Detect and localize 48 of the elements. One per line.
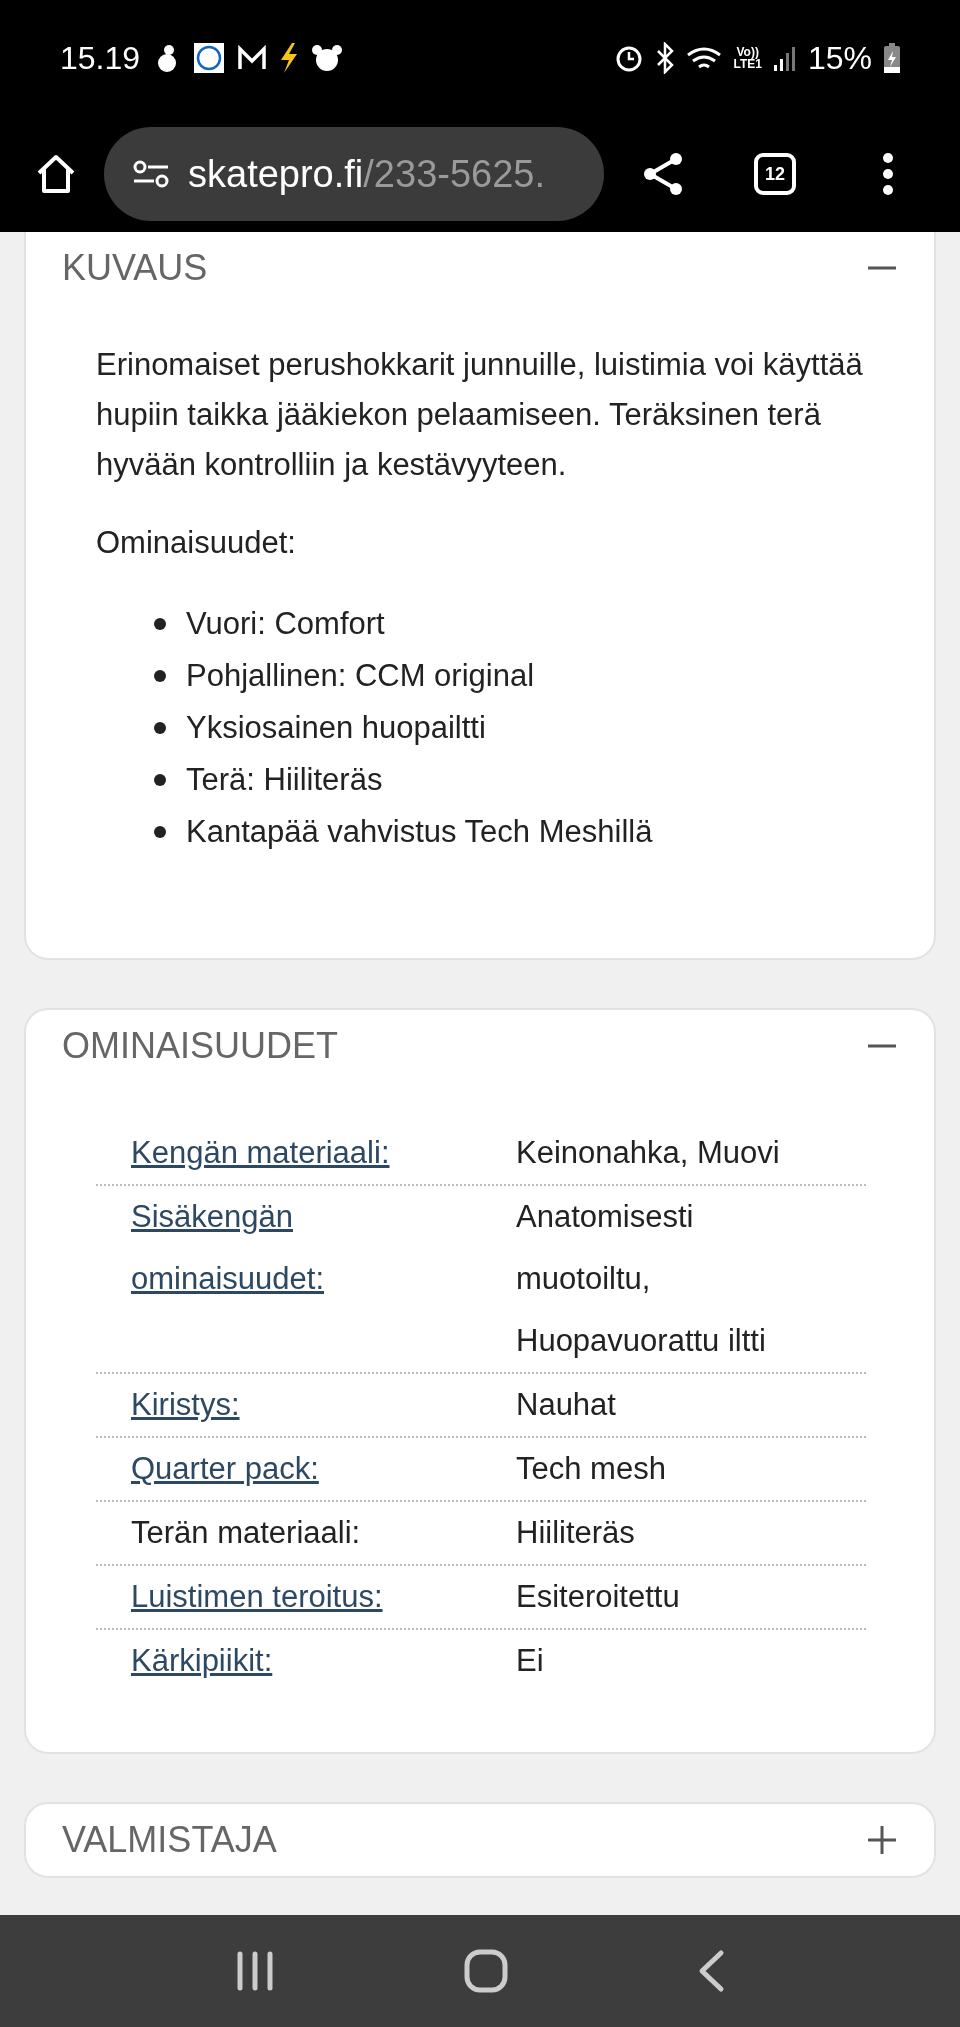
home-button-icon[interactable] [464,1949,508,1993]
feature-item: Vuori: Comfort [186,605,385,643]
spec-value: Hiiliteräs [516,1515,635,1550]
expand-icon[interactable] [866,1824,898,1856]
section-title[interactable]: VALMISTAJA [62,1822,277,1858]
spec-label-link[interactable]: Kengän materiaali: [131,1122,390,1184]
spec-label-link[interactable]: Quarter pack: [131,1438,319,1500]
more-options-icon[interactable] [882,152,894,196]
bullet-icon [154,774,166,786]
spec-label-link[interactable]: Sisäkengän ominaisuudet: [131,1186,476,1310]
feature-item: Pohjallinen: CCM original [186,657,535,695]
spec-label-link[interactable]: Kärkipiikit: [131,1630,273,1692]
battery-charging-icon [884,43,900,73]
signal-icon [773,45,796,71]
site-settings-icon[interactable] [132,159,170,189]
spec-value: Tech mesh [516,1451,666,1486]
app-notification-icon [194,43,225,73]
section-title[interactable]: OMINAISUUDET [62,1028,338,1064]
spec-value: Anatomisesti muotoiltu, Huopavuorattu iltti [516,1199,766,1358]
tab-count-button[interactable]: 12 [754,153,796,195]
battery-percent: 15% [807,39,872,78]
bullet-icon [154,722,166,734]
clock: 15.19 [60,39,141,78]
volte-label: Vo)) [736,46,759,58]
lightning-icon [280,43,299,73]
bullet-icon [154,670,166,682]
section-title[interactable]: KUVAUS [62,250,208,286]
bullet-icon [154,826,166,838]
mail-icon [238,45,267,71]
spec-value: Keinonahka, Muovi [516,1135,780,1170]
spec-label-link[interactable]: Luistimen teroitus: [131,1566,383,1628]
address-bar[interactable]: skatepro.fi/233-5625. [104,127,604,221]
spec-label: Terän materiaali: [131,1515,361,1550]
back-icon[interactable] [697,1949,726,1993]
url-text: skatepro.fi/233-5625. [188,151,546,197]
spec-value: Nauhat [516,1387,616,1422]
spec-label-link[interactable]: Kiristys: [131,1374,240,1436]
bluetooth-icon [655,42,674,74]
paw-icon [312,44,343,72]
features-heading: Ominaisuudet: [96,524,297,562]
bullet-icon [154,618,166,630]
feature-item: Terä: Hiiliteräs [186,761,383,799]
spec-value: Ei [516,1643,544,1678]
spec-value: Esiteroitettu [516,1579,680,1614]
feature-item: Yksiosainen huopailtti [186,709,486,747]
network-label: LTE1 [733,58,762,70]
feature-item: Kantapää vahvistus Tech Meshillä [186,813,653,851]
description-text: Erinomaiset perushokkarit junnuille, luistimia voi käyttää hupiin taikka jääkiekon pelaamiseen. Teräksinen terä hyvään kontrolliin ja kestävyyteen. [96,346,864,484]
